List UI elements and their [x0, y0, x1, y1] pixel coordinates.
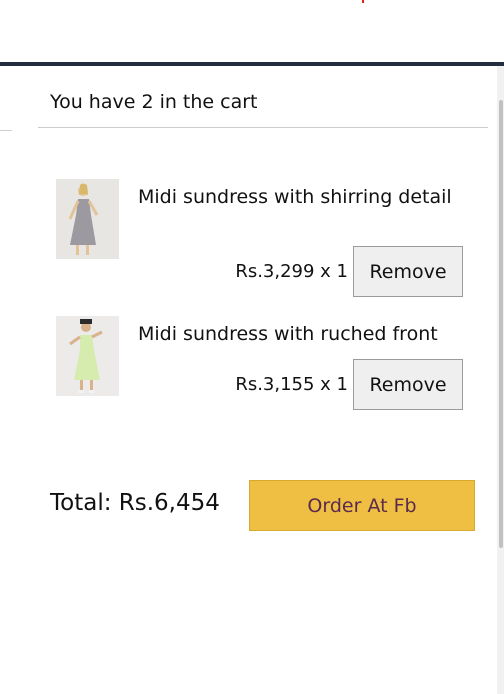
cart-count-text: You have 2 in the cart — [50, 91, 258, 113]
cart-item: Midi sundress with shirring detail Rs.3,… — [56, 179, 476, 299]
cart-header: You have 2 in the cart — [38, 84, 488, 128]
cart-item: Midi sundress with ruched front Rs.3,155… — [56, 316, 476, 416]
remove-button[interactable]: Remove — [353, 246, 463, 297]
dress-photo-icon[interactable] — [56, 179, 119, 259]
remove-button[interactable]: Remove — [353, 359, 463, 410]
left-divider-stub — [0, 130, 12, 131]
price-row: Rs.3,155 x 1 Remove — [235, 359, 463, 410]
item-title: Midi sundress with ruched front — [138, 323, 438, 345]
top-red-mark — [362, 0, 364, 3]
item-price-qty: Rs.3,299 x 1 — [235, 261, 348, 282]
price-row: Rs.3,299 x 1 Remove — [235, 246, 463, 297]
item-title: Midi sundress with shirring detail — [138, 186, 452, 208]
scrollbar-thumb[interactable] — [499, 100, 503, 548]
item-price-qty: Rs.3,155 x 1 — [235, 374, 348, 395]
dress-photo-icon[interactable] — [56, 316, 119, 396]
order-at-fb-button[interactable]: Order At Fb — [249, 480, 475, 531]
cart-page: You have 2 in the cart Midi sundress wit… — [0, 0, 504, 694]
top-divider-bar — [0, 62, 504, 66]
cart-total: Total: Rs.6,454 — [50, 490, 220, 516]
